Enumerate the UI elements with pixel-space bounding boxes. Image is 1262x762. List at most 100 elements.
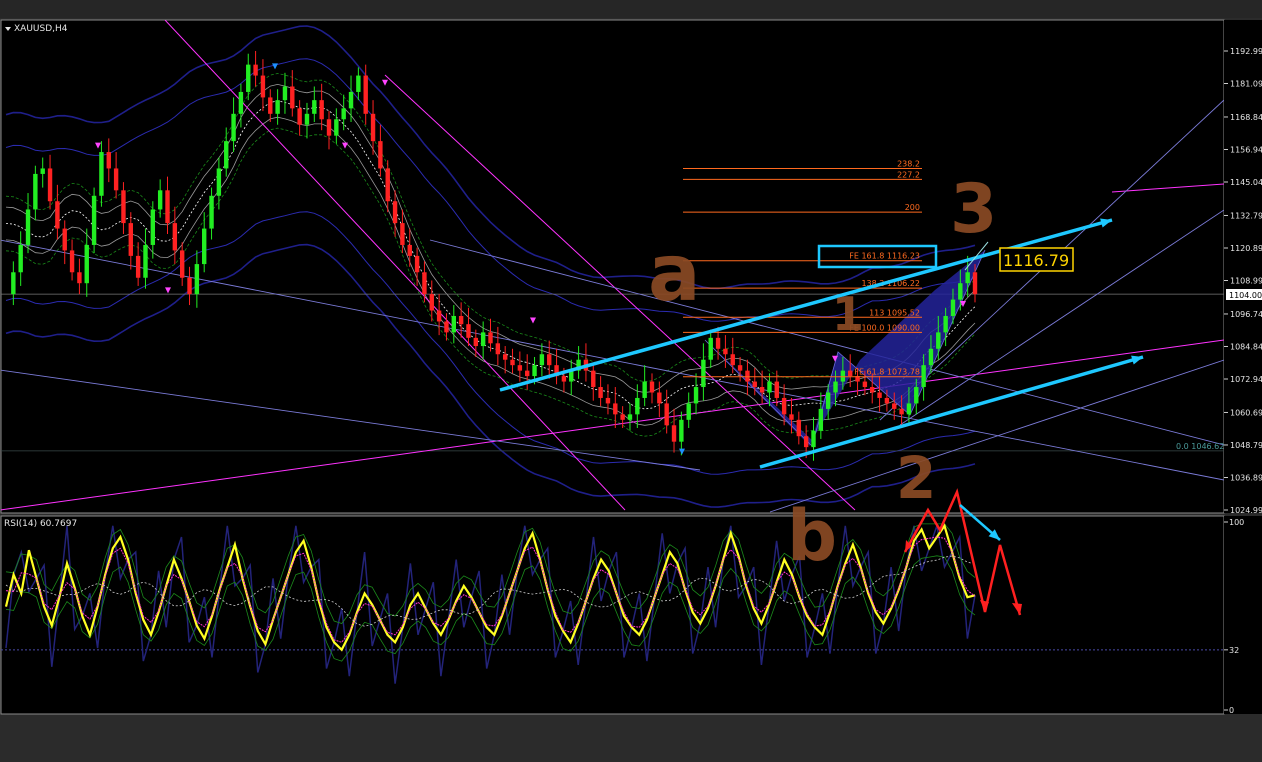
candle-body <box>767 381 772 393</box>
price-axis-label: 1120.89 <box>1230 244 1262 253</box>
candle-body <box>502 354 508 360</box>
candle-body <box>679 419 684 442</box>
target-price-label: 1116.79 <box>1003 251 1069 270</box>
price-axis-label: 1084.84 <box>1230 342 1262 351</box>
toolbar-strip <box>0 0 1262 18</box>
candle-body <box>657 392 662 404</box>
candle-body <box>613 403 618 415</box>
candle-body <box>47 168 53 202</box>
price-axis-label: 1168.84 <box>1230 113 1262 122</box>
candle-body <box>906 403 912 415</box>
candle-body <box>671 425 677 442</box>
candle-body <box>209 195 214 229</box>
candle-body <box>260 75 266 98</box>
candle-body <box>811 430 816 448</box>
candle-body <box>598 387 603 398</box>
rsi-axis-label: 0 <box>1229 706 1234 715</box>
rsi-axis[interactable] <box>1224 516 1262 714</box>
candle-body <box>510 359 515 366</box>
candle-body <box>179 250 185 278</box>
current-price-marker: 1104.00 <box>1226 289 1262 300</box>
candle-body <box>55 201 60 229</box>
candle-body <box>877 392 882 398</box>
candle-body <box>605 397 611 404</box>
target-price-box: 1116.79 <box>999 247 1074 272</box>
price-axis-label: 1108.99 <box>1230 277 1262 286</box>
rsi-title: RSI(14) 60.7697 <box>4 519 77 529</box>
symbol-title: XAUUSD,H4 <box>14 24 68 34</box>
candle-body <box>862 381 868 388</box>
candle-body <box>246 64 251 92</box>
candle-body <box>642 381 647 398</box>
candle-body <box>833 381 838 393</box>
handwritten-3-label: 3 <box>950 170 997 249</box>
candle-body <box>392 201 398 224</box>
price-axis-label: 1024.99 <box>1230 506 1262 515</box>
trading-chart-window: 238.2227.2200FE 161.8 1116.23138.2 1106.… <box>0 0 1262 715</box>
candle-body <box>414 255 420 273</box>
candle-body <box>356 75 361 92</box>
price-axis-label: 1096.74 <box>1230 310 1262 319</box>
candle-body <box>33 173 38 210</box>
handwritten-a-label: a <box>648 229 701 319</box>
candle-body <box>385 168 390 202</box>
candle-body <box>517 365 523 371</box>
candle-body <box>113 168 119 191</box>
candle-body <box>525 370 530 377</box>
candle-body <box>693 387 699 404</box>
candle-body <box>326 119 332 136</box>
candle-body <box>870 387 875 393</box>
candle-body <box>436 310 442 322</box>
price-axis-label: 1145.04 <box>1230 178 1262 187</box>
rsi-panel[interactable] <box>0 515 1225 715</box>
candle-body <box>400 223 405 245</box>
candle-body <box>157 190 163 210</box>
candle-body <box>121 190 126 224</box>
candle-body <box>187 277 192 295</box>
price-axis-label: 1060.69 <box>1230 408 1262 417</box>
candle-body <box>818 408 824 431</box>
candle-body <box>488 332 493 344</box>
price-axis-label: 1048.79 <box>1230 441 1262 450</box>
candle-body <box>715 337 721 349</box>
candle-body <box>620 414 625 420</box>
candle-body <box>312 100 317 114</box>
candle-body <box>69 250 75 273</box>
fib-level-label: 0.0 1046.62 <box>1176 442 1224 451</box>
candle-body <box>965 272 970 284</box>
candle-body <box>202 228 207 265</box>
handwritten-b-label: b <box>787 495 837 577</box>
price-axis-label: 1036.89 <box>1230 473 1262 482</box>
candle-body <box>950 299 956 316</box>
candle-body <box>943 315 948 333</box>
candle-body <box>297 108 302 125</box>
price-axis-label: 1192.99 <box>1230 47 1262 56</box>
candle-body <box>899 408 904 415</box>
price-axis[interactable] <box>1224 20 1262 513</box>
candle-body <box>664 403 669 426</box>
candle-body <box>91 195 97 245</box>
candle-body <box>224 141 229 169</box>
candle-body <box>363 75 368 114</box>
candle-body <box>275 100 280 114</box>
fib-level-label: 238.2 <box>897 159 920 168</box>
candle-body <box>77 272 82 284</box>
handwritten-1-label: 1 <box>832 287 864 341</box>
candle-body <box>407 244 412 256</box>
candle-body <box>106 152 111 169</box>
candle-body <box>165 190 170 224</box>
fib-level-label: 113 1095.52 <box>869 308 920 317</box>
price-axis-label: 1181.09 <box>1230 80 1262 89</box>
candle-body <box>561 376 567 382</box>
candle-body <box>884 397 890 404</box>
candle-body <box>18 244 23 273</box>
candle-body <box>62 228 67 251</box>
candle-body <box>341 108 346 120</box>
candle-body <box>840 370 846 382</box>
candle-body <box>759 387 765 393</box>
candle-body <box>473 337 479 347</box>
candle-body <box>921 365 926 388</box>
candle-body <box>627 414 633 420</box>
candle-body <box>803 436 809 448</box>
candle-body <box>723 348 728 355</box>
